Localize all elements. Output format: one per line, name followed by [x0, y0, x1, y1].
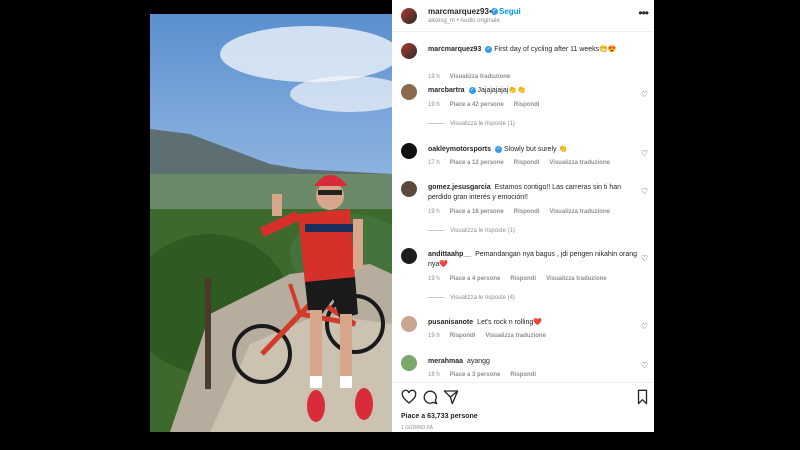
caption-username[interactable]: marcmarquez93	[428, 46, 481, 53]
translate-link[interactable]: Visualizza traduzione	[485, 333, 546, 339]
reply-button[interactable]: Rispondi	[510, 276, 536, 282]
comment-likes[interactable]: Piace a 4 persone	[450, 276, 501, 282]
reply-button[interactable]: Rispondi	[450, 333, 476, 339]
comment-likes[interactable]: Piace a 12 persone	[450, 160, 504, 166]
comment-icon[interactable]	[422, 389, 438, 405]
translate-link[interactable]: Visualizza traduzione	[549, 160, 610, 166]
commenter-username[interactable]: merahmaa	[428, 358, 463, 365]
post-likes[interactable]: Piace a 63,733 persone	[401, 413, 478, 420]
post-sidebar: marcmarquez93 ✓ • Segui alexisg_m • Audio…	[392, 0, 654, 432]
commenter-username[interactable]: gomez.jesusgarcia	[428, 184, 491, 191]
view-replies-button[interactable]: Visualizza le risposte (4)	[428, 295, 515, 301]
comment-time: 19 h	[428, 209, 440, 215]
author-username[interactable]: marcmarquez93 ✓	[428, 7, 498, 16]
more-icon[interactable]: •••	[638, 6, 649, 20]
comment-text: ayangg	[466, 358, 490, 365]
verified-icon: ✓	[495, 145, 503, 153]
reply-button[interactable]: Rispondi	[514, 102, 540, 108]
comment-time: 17 h	[428, 160, 440, 166]
author-avatar[interactable]	[401, 8, 417, 24]
commenter-avatar[interactable]	[401, 355, 417, 371]
heart-icon[interactable]: ♡	[641, 361, 648, 370]
post-photo[interactable]	[150, 14, 392, 432]
comment-time: 19 h	[428, 276, 440, 282]
heart-icon[interactable]: ♡	[641, 187, 648, 196]
commenter-avatar[interactable]	[401, 181, 417, 197]
commenter-username[interactable]: oakleymotorsports	[428, 146, 491, 153]
commenter-avatar[interactable]	[401, 248, 417, 264]
audio-label[interactable]: alexisg_m • Audio originale	[428, 18, 500, 24]
comment-time: 18 h	[428, 372, 440, 378]
reply-button[interactable]: Rispondi	[510, 372, 536, 378]
commenter-avatar[interactable]	[401, 143, 417, 159]
comment-time: 19 h	[428, 102, 440, 108]
commenter-avatar[interactable]	[401, 84, 417, 100]
translate-link[interactable]: Visualizza traduzione	[450, 74, 511, 80]
view-replies-button[interactable]: Visualizza le risposte (1)	[428, 121, 515, 127]
translate-link[interactable]: Visualizza traduzione	[549, 209, 610, 215]
heart-icon[interactable]: ♡	[641, 149, 648, 158]
post-header: marcmarquez93 ✓ • Segui alexisg_m • Audio…	[392, 0, 654, 32]
translate-link[interactable]: Visualizza traduzione	[546, 276, 607, 282]
comment-text: Jajajajajaj👏👏	[477, 87, 526, 94]
view-replies-button[interactable]: Visualizza le risposte (1)	[428, 228, 515, 234]
follow-button[interactable]: Segui	[499, 7, 521, 16]
separator-dot: •	[489, 7, 492, 16]
heart-icon[interactable]: ♡	[641, 90, 648, 99]
cyclist-photo	[150, 14, 392, 432]
comment-likes[interactable]: Piace a 3 persone	[450, 372, 501, 378]
heart-icon[interactable]: ♡	[641, 322, 648, 331]
verified-icon: ✓	[468, 86, 476, 94]
heart-icon[interactable]: ♡	[641, 254, 648, 263]
post-date: 1 GIORNO FA	[401, 425, 433, 431]
comments-list[interactable]: marcmarquez93 ✓ First day of cycling afte…	[392, 32, 654, 382]
heart-icon[interactable]	[401, 389, 417, 405]
comment-time: 19 h	[428, 333, 440, 339]
caption-text: First day of cycling after 11 weeks😁😍	[494, 46, 617, 53]
share-icon[interactable]	[443, 389, 459, 405]
commenter-avatar[interactable]	[401, 316, 417, 332]
author-avatar[interactable]	[401, 43, 417, 59]
caption-time: 19 h	[428, 74, 440, 80]
comment-text: Slowly but surely 👏	[503, 146, 568, 153]
reply-button[interactable]: Rispondi	[514, 160, 540, 166]
save-icon[interactable]	[637, 389, 648, 405]
verified-icon: ✓	[485, 45, 493, 53]
reply-button[interactable]: Rispondi	[514, 209, 540, 215]
commenter-username[interactable]: marcbartra	[428, 87, 465, 94]
comment-likes[interactable]: Piace a 42 persone	[450, 102, 504, 108]
comment-likes[interactable]: Piace a 18 persone	[450, 209, 504, 215]
commenter-username[interactable]: andittaahp__	[428, 251, 471, 258]
action-bar: Piace a 63,733 persone 1 GIORNO FA	[392, 382, 654, 432]
commenter-username[interactable]: pusanisanote	[428, 319, 473, 326]
comment-text: Let's rock n rolling❤️	[477, 319, 542, 326]
